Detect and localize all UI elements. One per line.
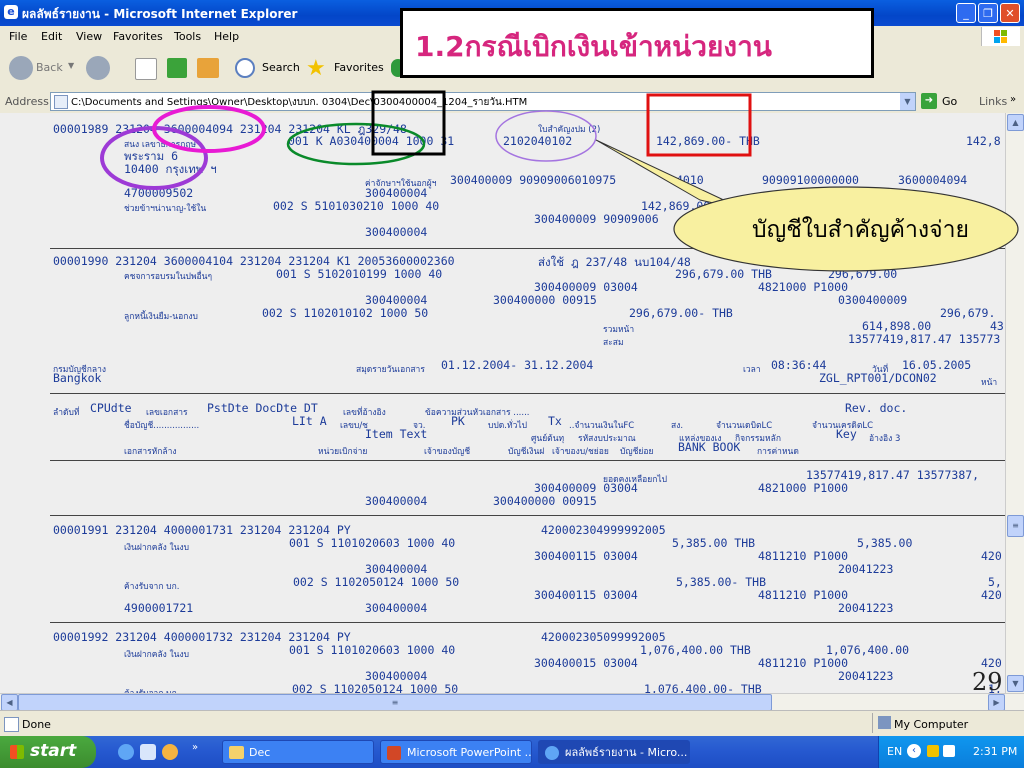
ellipse-voucher-annotation [495,110,597,162]
ellipse-address-annotation [100,126,208,190]
ellipse-account-annotation [286,122,426,166]
annotation-overlay [100,90,1019,272]
slide-title: 1.2กรณีเบิกเงินเข้าหน่วยงาน [415,30,772,63]
box-url-annotation [371,90,446,156]
slide-page-number: 29 [972,668,1003,696]
slide-title-box: 1.2กรณีเบิกเงินเข้าหน่วยงาน [400,8,874,78]
box-amount-annotation [646,93,752,157]
callout-text: บัญชีใบสำคัญค้างจ่าย [752,217,969,243]
